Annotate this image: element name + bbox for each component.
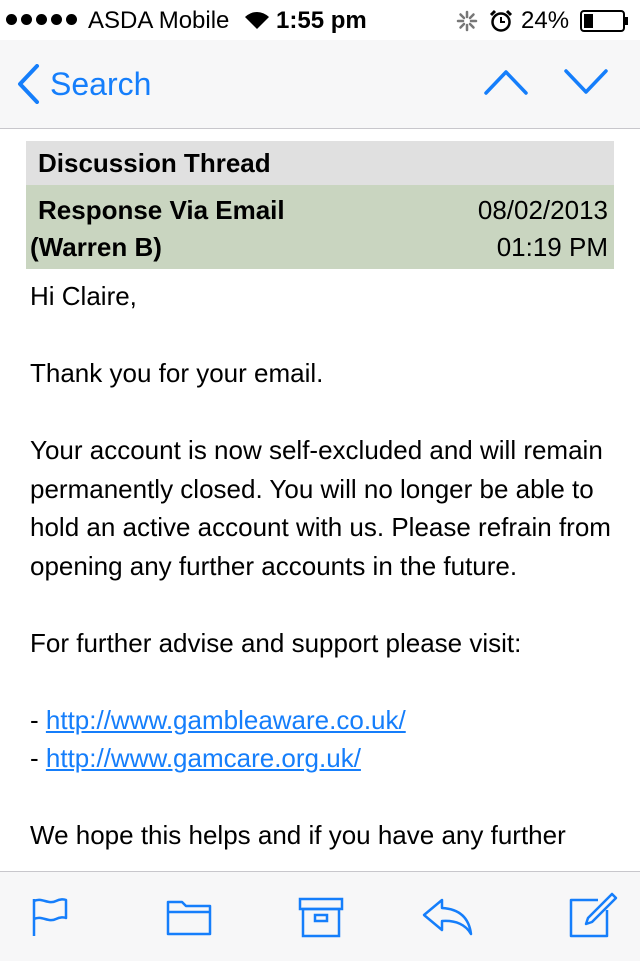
link-item: - http://www.gamcare.org.uk/ <box>30 739 620 778</box>
back-button[interactable]: Search <box>16 64 151 104</box>
activity-spinner-icon <box>456 10 478 32</box>
compose-icon[interactable] <box>568 892 618 940</box>
navigation-bar: Search <box>0 40 640 129</box>
response-time: 01:19 PM <box>496 232 608 262</box>
response-header: Response Via Email (Warren B) 08/02/2013… <box>26 185 614 269</box>
previous-message-button[interactable] <box>484 68 528 96</box>
dash: - <box>30 704 46 735</box>
status-bar: ASDA Mobile 1:55 pm 24% <box>0 0 640 40</box>
chevron-left-icon <box>18 64 39 104</box>
paragraph-account-status: Your account is now self-excluded and wi… <box>30 435 611 581</box>
paragraph-closing: We hope this helps and if you have any f… <box>30 820 566 850</box>
back-button-label: Search <box>50 65 152 102</box>
carrier-name: ASDA Mobile <box>88 7 230 34</box>
gamcare-link[interactable]: http://www.gamcare.org.uk/ <box>46 743 361 773</box>
battery-icon <box>580 10 628 32</box>
wifi-icon <box>245 12 269 29</box>
archive-icon[interactable] <box>298 896 344 938</box>
bottom-toolbar <box>0 871 640 961</box>
discussion-thread-header: Discussion Thread <box>26 141 614 185</box>
paragraph-thanks: Thank you for your email. <box>30 358 324 388</box>
paragraph-support: For further advise and support please vi… <box>30 627 522 658</box>
response-date: 08/02/2013 <box>477 195 608 225</box>
next-message-button[interactable] <box>564 68 608 96</box>
clock-time: 1:55 pm <box>276 7 367 34</box>
link-list: - http://www.gambleaware.co.uk/ - http:/… <box>30 701 620 778</box>
signal-strength-icon <box>6 14 77 25</box>
battery-percentage: 24% <box>521 7 570 34</box>
link-item: - http://www.gambleaware.co.uk/ <box>30 701 620 740</box>
message-content[interactable]: Discussion Thread Response Via Email (Wa… <box>0 129 640 871</box>
alarm-clock-icon <box>489 9 513 32</box>
gambleaware-link[interactable]: http://www.gambleaware.co.uk/ <box>46 705 406 735</box>
response-author: (Warren B) <box>30 232 162 262</box>
reply-icon[interactable] <box>420 896 474 936</box>
response-title: Response Via Email <box>38 195 285 225</box>
greeting: Hi Claire, <box>30 281 137 311</box>
message-body: Hi Claire, Thank you for your email. You… <box>30 277 620 871</box>
dash: - <box>30 743 46 773</box>
folder-icon[interactable] <box>166 896 212 936</box>
flag-icon[interactable] <box>30 896 70 938</box>
